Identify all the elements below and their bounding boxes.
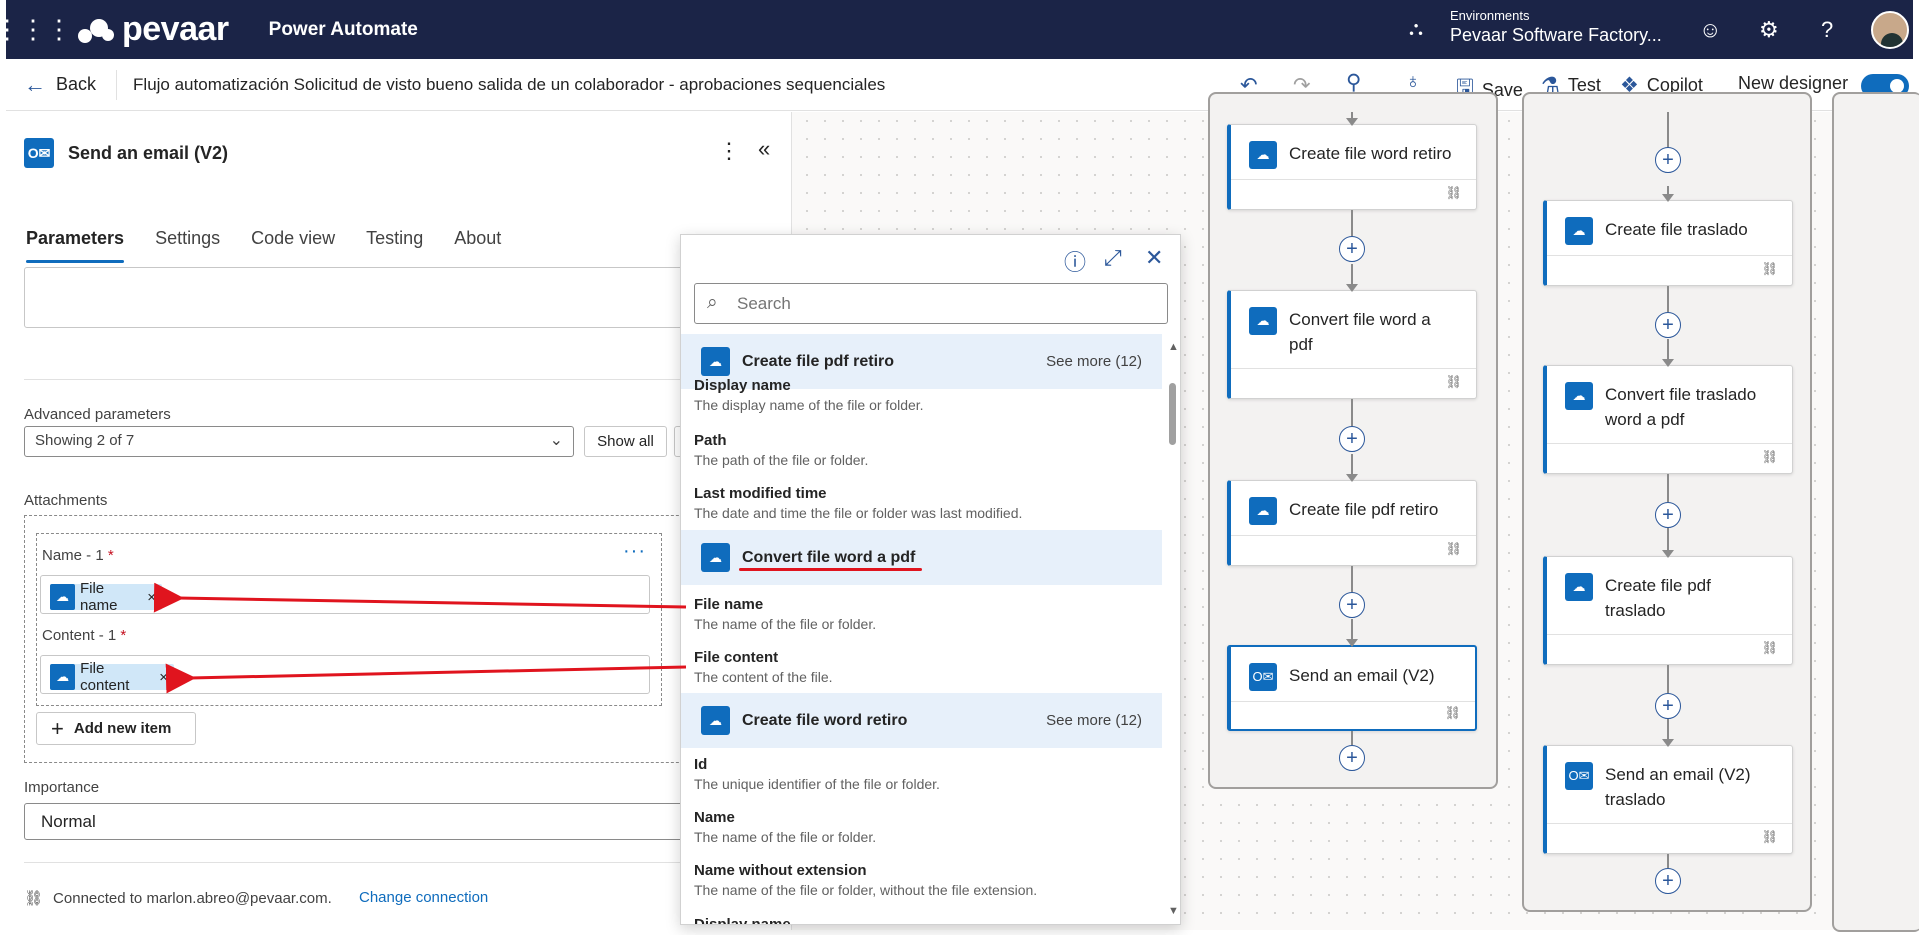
arrow-file-name: [153, 582, 687, 613]
arrow-file-content: [165, 663, 687, 694]
annotation-arrows: [153, 582, 687, 694]
